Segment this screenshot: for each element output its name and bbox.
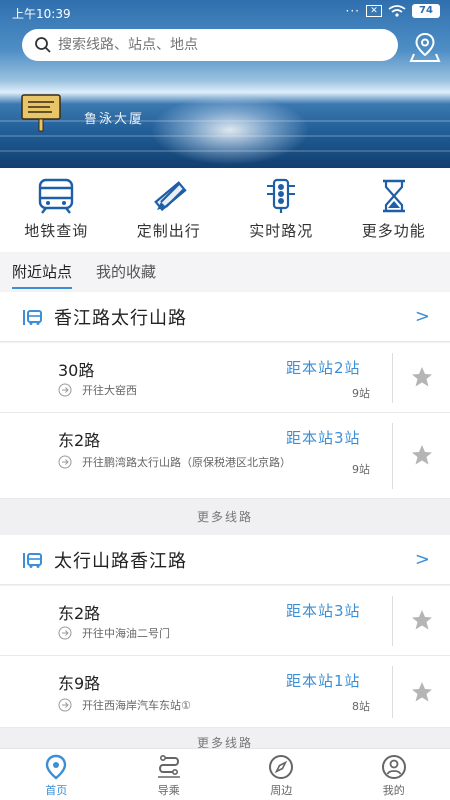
- divider: [392, 353, 393, 403]
- quick-item-traffic[interactable]: 实时路况: [225, 168, 338, 252]
- station-name: 太行山路香江路: [54, 550, 187, 572]
- quick-item-more[interactable]: 更多功能: [338, 168, 450, 252]
- quick-item-subway[interactable]: 地铁查询: [0, 168, 113, 252]
- route-name: 30路: [58, 361, 95, 380]
- divider: [392, 423, 393, 489]
- hourglass-icon: [382, 179, 405, 213]
- station-header[interactable]: 太行山路香江路 >: [0, 535, 450, 585]
- route-direction-text: 开往西海岸汽车东站①: [82, 699, 191, 712]
- route-row[interactable]: 30路 距本站2站 开往大窑西 9站: [0, 343, 450, 413]
- more-dots-icon: ···: [345, 4, 360, 18]
- quick-actions: 地铁查询 定制出行 实时路况 更多功能: [0, 168, 450, 252]
- header-banner: 上午10:39 ··· ✕ 74 鲁泳大厦: [0, 0, 450, 168]
- route-guide-icon: [157, 754, 180, 778]
- search-bar[interactable]: [22, 29, 398, 61]
- direction-arrow-icon: [58, 383, 72, 397]
- status-bar: 上午10:39 ··· ✕ 74: [0, 0, 450, 24]
- user-icon: [381, 755, 406, 779]
- star-icon[interactable]: [410, 443, 434, 467]
- divider: [392, 666, 393, 718]
- chevron-right-icon[interactable]: >: [415, 549, 430, 570]
- route-stops: 9站: [352, 463, 370, 476]
- route-distance: 距本站1站: [286, 672, 361, 690]
- route-direction: 开往中海油二号门: [58, 626, 342, 642]
- quick-label: 实时路况: [249, 222, 314, 240]
- route-name: 东9路: [58, 674, 101, 693]
- route-direction: 开往大窑西: [58, 383, 342, 399]
- status-time: 上午10:39: [12, 7, 71, 21]
- divider: [392, 596, 393, 646]
- hero-caption: 鲁泳大厦: [84, 112, 145, 127]
- pencil-ruler-icon: [153, 181, 187, 212]
- more-lines-button[interactable]: 更多线路: [0, 499, 450, 535]
- nav-label: 我的: [382, 784, 405, 797]
- tab-my-favorites[interactable]: 我的收藏: [84, 253, 168, 291]
- star-icon[interactable]: [410, 680, 434, 704]
- subway-icon: [39, 178, 74, 214]
- star-icon[interactable]: [410, 365, 434, 389]
- sim-icon: ✕: [366, 5, 382, 17]
- route-distance: 距本站3站: [286, 429, 361, 447]
- quick-label: 更多功能: [361, 222, 426, 240]
- nav-label: 首页: [45, 784, 68, 797]
- search-icon: [35, 37, 51, 53]
- search-input[interactable]: [58, 37, 378, 53]
- route-row[interactable]: 东2路 距本站3站 开往中海油二号门: [0, 586, 450, 656]
- route-direction-text: 开往中海油二号门: [82, 627, 170, 640]
- star-icon[interactable]: [410, 608, 434, 632]
- tab-nearby-stations[interactable]: 附近站点: [0, 253, 84, 291]
- route-name: 东2路: [58, 431, 101, 450]
- nav-profile[interactable]: 我的: [338, 749, 450, 800]
- quick-item-custom-trip[interactable]: 定制出行: [113, 168, 226, 252]
- chevron-right-icon[interactable]: >: [415, 306, 430, 327]
- traffic-light-icon: [267, 178, 296, 213]
- nav-nearby[interactable]: 周边: [225, 749, 338, 800]
- more-lines-button[interactable]: 更多线路: [0, 728, 450, 748]
- station-header[interactable]: 香江路太行山路 >: [0, 292, 450, 342]
- compass-icon: [269, 755, 294, 779]
- bus-stop-icon: [23, 552, 42, 568]
- map-location-icon[interactable]: [408, 30, 442, 64]
- wifi-icon: [388, 5, 406, 17]
- quick-label: 定制出行: [136, 222, 201, 240]
- route-direction: 开往鹏湾路太行山路（原保税港区北京路）: [58, 455, 342, 471]
- tab-bar: 附近站点 我的收藏: [0, 253, 450, 291]
- direction-arrow-icon: [58, 698, 72, 712]
- route-distance: 距本站3站: [286, 602, 361, 620]
- route-name: 东2路: [58, 604, 101, 623]
- signboard-icon: [21, 94, 61, 132]
- route-distance: 距本站2站: [286, 359, 361, 377]
- battery-icon: 74: [412, 4, 440, 18]
- direction-arrow-icon: [58, 455, 72, 469]
- quick-label: 地铁查询: [24, 222, 89, 240]
- route-stops: 8站: [352, 700, 370, 713]
- home-location-icon: [46, 754, 67, 780]
- station-name: 香江路太行山路: [54, 307, 187, 329]
- route-row[interactable]: 东9路 距本站1站 开往西海岸汽车东站① 8站: [0, 656, 450, 728]
- direction-arrow-icon: [58, 626, 72, 640]
- route-stops: 9站: [352, 387, 370, 400]
- route-direction-text: 开往鹏湾路太行山路（原保税港区北京路）: [82, 456, 291, 469]
- bottom-nav: 首页 导乘 周边 我的: [0, 748, 450, 800]
- bus-stop-icon: [23, 309, 42, 325]
- nav-label: 周边: [270, 784, 293, 797]
- nav-home[interactable]: 首页: [0, 749, 113, 800]
- route-row[interactable]: 东2路 距本站3站 开往鹏湾路太行山路（原保税港区北京路） 9站: [0, 413, 450, 499]
- nav-guide[interactable]: 导乘: [113, 749, 226, 800]
- sun-reflection: [150, 95, 310, 165]
- nav-label: 导乘: [157, 784, 180, 797]
- route-direction: 开往西海岸汽车东站①: [58, 698, 342, 714]
- status-icons: ··· ✕ 74: [346, 4, 440, 18]
- route-direction-text: 开往大窑西: [82, 384, 137, 397]
